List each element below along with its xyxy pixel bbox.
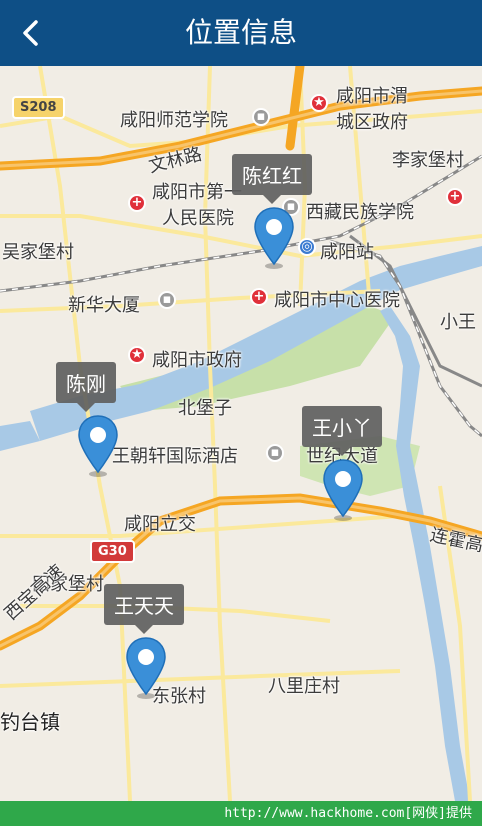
map-label: 北堡子: [178, 398, 232, 419]
location-pin-icon[interactable]: [253, 206, 295, 270]
map-label: 钓台镇: [0, 710, 60, 734]
government-icon: ★: [128, 346, 146, 364]
page-title: 位置信息: [184, 16, 297, 49]
station-icon: ◎: [298, 238, 316, 256]
watermark-footer: http://www.hackhome.com[网侠]提供: [0, 801, 482, 826]
marker-callout[interactable]: 王天天: [104, 584, 184, 634]
marker-callout[interactable]: 陈刚: [56, 362, 116, 412]
marker-callout[interactable]: 陈红红: [232, 154, 312, 204]
map-label: 咸阳市第一: [152, 182, 242, 203]
hotel-icon: ▪: [266, 444, 284, 462]
map-label: 西藏民族学院: [306, 202, 414, 223]
map-label: 咸阳站: [320, 242, 374, 263]
hospital-icon: +: [128, 194, 146, 212]
map-label: 咸阳市渭: [336, 86, 408, 107]
map-label: 咸阳市中心医院: [274, 290, 400, 311]
map-label: 咸阳立交: [124, 514, 196, 535]
location-pin-icon[interactable]: [77, 414, 119, 478]
marker-callout[interactable]: 王小丫: [302, 406, 382, 456]
map-label: 王朝轩国际酒店: [112, 446, 238, 467]
map-label: 咸阳师范学院: [120, 110, 228, 131]
map-label: 咸阳市政府: [152, 350, 242, 371]
back-button[interactable]: [10, 12, 50, 54]
road-badge-s208: S208: [12, 96, 65, 119]
top-navigation-bar: 位置信息: [0, 0, 482, 66]
chevron-left-icon: [23, 20, 38, 46]
building-icon: ▪: [158, 291, 176, 309]
road-badge-g30: G30: [90, 540, 135, 563]
map-label: 城区政府: [336, 112, 408, 133]
map-label: 人民医院: [162, 208, 234, 229]
school-icon: ▪: [252, 108, 270, 126]
government-icon: ★: [310, 94, 328, 112]
map-label: 吴家堡村: [2, 242, 74, 263]
location-pin-icon[interactable]: [322, 458, 364, 522]
hospital-icon: +: [250, 288, 268, 306]
map-view[interactable]: S208 G30 ▪ ★ + ▪ ◎ ▪ + ★ ▪ + 咸阳师范学院 咸阳市渭…: [0, 66, 482, 801]
hospital-icon: +: [446, 188, 464, 206]
map-label: 李家堡村: [392, 150, 464, 171]
map-label: 小王: [440, 312, 476, 333]
map-label: 八里庄村: [268, 676, 340, 697]
map-label: 新华大厦: [68, 295, 140, 316]
location-pin-icon[interactable]: [125, 636, 167, 700]
